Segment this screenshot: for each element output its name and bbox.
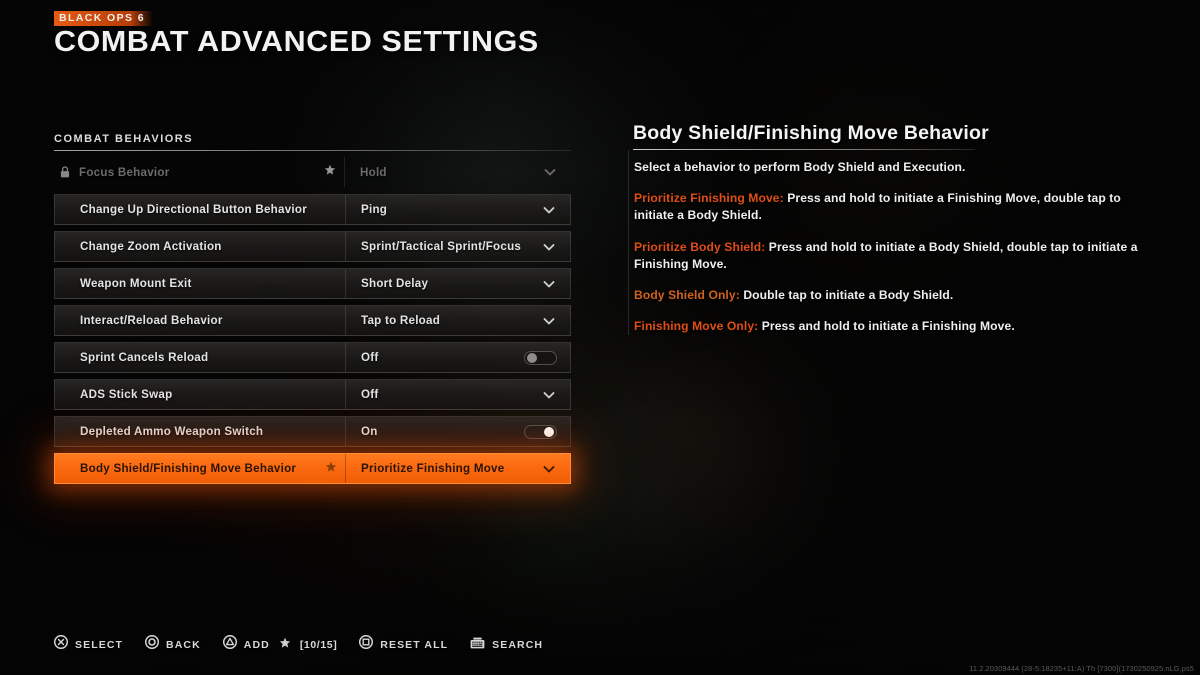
setting-row-label: Sprint Cancels Reload xyxy=(80,351,209,364)
setting-row[interactable]: Body Shield/Finishing Move Behavior Prior… xyxy=(54,453,571,484)
setting-row-label-cell: Body Shield/Finishing Move Behavior xyxy=(55,454,346,483)
setting-row-label: Focus Behavior xyxy=(79,165,170,179)
setting-row-value-cell[interactable]: Off xyxy=(346,343,570,372)
setting-row: Focus Behavior Hold xyxy=(54,157,571,187)
footer-hint-label: SEARCH xyxy=(492,638,544,651)
playstation-triangle-icon xyxy=(222,634,237,654)
setting-row-value: Sprint/Tactical Sprint/Focus xyxy=(361,240,522,253)
description-option: Finishing Move Only: Press and hold to i… xyxy=(634,318,1163,335)
setting-row[interactable]: Weapon Mount Exit Short Delay xyxy=(54,268,571,299)
setting-row-label: Change Zoom Activation xyxy=(80,240,222,253)
page-title: COMBAT ADVANCED SETTINGS xyxy=(54,26,539,58)
setting-row-value: Prioritize Finishing Move xyxy=(361,462,505,475)
setting-row-value-cell[interactable]: Tap to Reload xyxy=(346,306,570,335)
setting-row-value-cell[interactable]: Sprint/Tactical Sprint/Focus xyxy=(346,232,570,261)
settings-list-panel: COMBAT BEHAVIORS Focus Behavior Hold Chang… xyxy=(54,133,571,490)
setting-row-value: Tap to Reload xyxy=(361,314,441,327)
settings-rows: Focus Behavior Hold Change Up Directional … xyxy=(54,157,571,484)
description-option-keyword: Body Shield Only: xyxy=(634,287,740,302)
setting-row-label: ADS Stick Swap xyxy=(80,388,173,401)
setting-row-value-cell[interactable]: On xyxy=(346,417,570,446)
setting-row-label-cell: Change Up Directional Button Behavior xyxy=(55,195,346,224)
chevron-down-icon[interactable] xyxy=(541,239,557,255)
footer-hint-label: SELECT xyxy=(75,638,124,651)
footer-hint[interactable]: BACK xyxy=(144,634,201,654)
setting-row-label: Interact/Reload Behavior xyxy=(80,314,223,327)
description-body: Select a behavior to perform Body Shield… xyxy=(628,150,1163,336)
favorite-star-icon xyxy=(279,636,291,654)
description-option-text: Double tap to initiate a Body Shield. xyxy=(739,287,954,302)
chevron-down-icon[interactable] xyxy=(541,387,557,403)
description-title: Body Shield/Finishing Move Behavior xyxy=(633,122,989,144)
setting-row-label-cell: Sprint Cancels Reload xyxy=(55,343,346,372)
setting-row-value: Ping xyxy=(361,203,388,216)
description-options: Prioritize Finishing Move: Press and hol… xyxy=(634,190,1163,335)
game-logo-badge: BLACK OPS 6 xyxy=(54,11,153,26)
footer-hints: SELECT BACK ADD [10/15] RESET ALL SEARCH xyxy=(53,634,543,654)
setting-row[interactable]: Sprint Cancels Reload Off xyxy=(54,342,571,373)
chevron-down-icon[interactable] xyxy=(542,164,558,180)
description-option: Body Shield Only: Double tap to initiate… xyxy=(634,287,1163,304)
description-option-keyword: Prioritize Finishing Move: xyxy=(634,191,784,206)
description-intro: Select a behavior to perform Body Shield… xyxy=(634,160,966,174)
footer-hint[interactable]: ADD [10/15] xyxy=(222,634,338,654)
lock-icon xyxy=(60,166,70,178)
setting-row-label: Depleted Ammo Weapon Switch xyxy=(80,425,264,438)
favorite-count: [10/15] xyxy=(299,638,338,651)
setting-row-label: Change Up Directional Button Behavior xyxy=(80,203,307,216)
setting-row-value: Hold xyxy=(360,165,387,179)
description-option: Prioritize Finishing Move: Press and hol… xyxy=(634,190,1163,224)
footer-hint-label: RESET ALL xyxy=(380,638,449,651)
setting-row-label-cell: Focus Behavior xyxy=(54,157,345,187)
section-divider xyxy=(54,150,571,151)
page-header: BLACK OPS 6 COMBAT ADVANCED SETTINGS xyxy=(54,8,538,58)
setting-row-label-cell: ADS Stick Swap xyxy=(55,380,346,409)
setting-row[interactable]: Interact/Reload Behavior Tap to Reload xyxy=(54,305,571,336)
footer-hint[interactable]: SELECT xyxy=(53,634,124,654)
footer-hint[interactable]: SEARCH xyxy=(470,636,543,654)
setting-toggle-switch[interactable] xyxy=(524,350,557,365)
chevron-down-icon[interactable] xyxy=(541,202,557,218)
footer-hint-label: BACK xyxy=(166,638,201,651)
setting-row-label-cell: Weapon Mount Exit xyxy=(55,269,346,298)
section-header: COMBAT BEHAVIORS xyxy=(54,133,194,145)
setting-row-value: Off xyxy=(361,351,379,364)
setting-row-value-cell[interactable]: Ping xyxy=(346,195,570,224)
setting-row-label-cell: Depleted Ammo Weapon Switch xyxy=(55,417,346,446)
setting-row-value: On xyxy=(361,425,378,438)
setting-row[interactable]: Change Zoom Activation Sprint/Tactical Sp… xyxy=(54,231,571,262)
description-option: Prioritize Body Shield: Press and hold t… xyxy=(634,239,1163,273)
setting-row-value-cell[interactable]: Prioritize Finishing Move xyxy=(346,454,570,483)
setting-row-label-cell: Interact/Reload Behavior xyxy=(55,306,346,335)
chevron-down-icon[interactable] xyxy=(541,461,557,477)
build-version-string: 11.2.20309444 (28-5:18235+11:A) Th [7300… xyxy=(969,664,1194,673)
setting-row-value-cell[interactable]: Off xyxy=(346,380,570,409)
favorite-star-icon[interactable] xyxy=(319,460,337,478)
setting-row[interactable]: Depleted Ammo Weapon Switch On xyxy=(54,416,571,447)
setting-row[interactable]: Change Up Directional Button Behavior Pin… xyxy=(54,194,571,225)
setting-row-label: Weapon Mount Exit xyxy=(80,277,192,290)
playstation-square-icon xyxy=(359,634,374,654)
setting-row[interactable]: ADS Stick Swap Off xyxy=(54,379,571,410)
playstation-cross-icon xyxy=(53,634,69,654)
setting-row-label-cell: Change Zoom Activation xyxy=(55,232,346,261)
description-option-keyword: Finishing Move Only: xyxy=(634,319,759,334)
chevron-down-icon[interactable] xyxy=(541,313,557,329)
footer-hint-label: ADD xyxy=(243,638,270,651)
setting-row-label: Body Shield/Finishing Move Behavior xyxy=(80,462,297,475)
keyboard-icon xyxy=(470,636,485,654)
description-option-keyword: Prioritize Body Shield: xyxy=(634,239,766,254)
setting-row-value: Off xyxy=(361,388,379,401)
footer-hint[interactable]: RESET ALL xyxy=(359,634,449,654)
description-option-text: Press and hold to initiate a Finishing M… xyxy=(758,319,1015,334)
chevron-down-icon[interactable] xyxy=(541,276,557,292)
playstation-circle-icon xyxy=(144,634,160,654)
setting-row-value-cell[interactable]: Short Delay xyxy=(346,269,570,298)
setting-row-value: Short Delay xyxy=(361,277,429,290)
setting-row-value-cell[interactable]: Hold xyxy=(345,157,571,187)
favorite-star-icon[interactable] xyxy=(318,163,336,181)
setting-toggle-switch[interactable] xyxy=(524,424,557,439)
description-panel: Body Shield/Finishing Move Behavior Sele… xyxy=(628,122,1163,336)
